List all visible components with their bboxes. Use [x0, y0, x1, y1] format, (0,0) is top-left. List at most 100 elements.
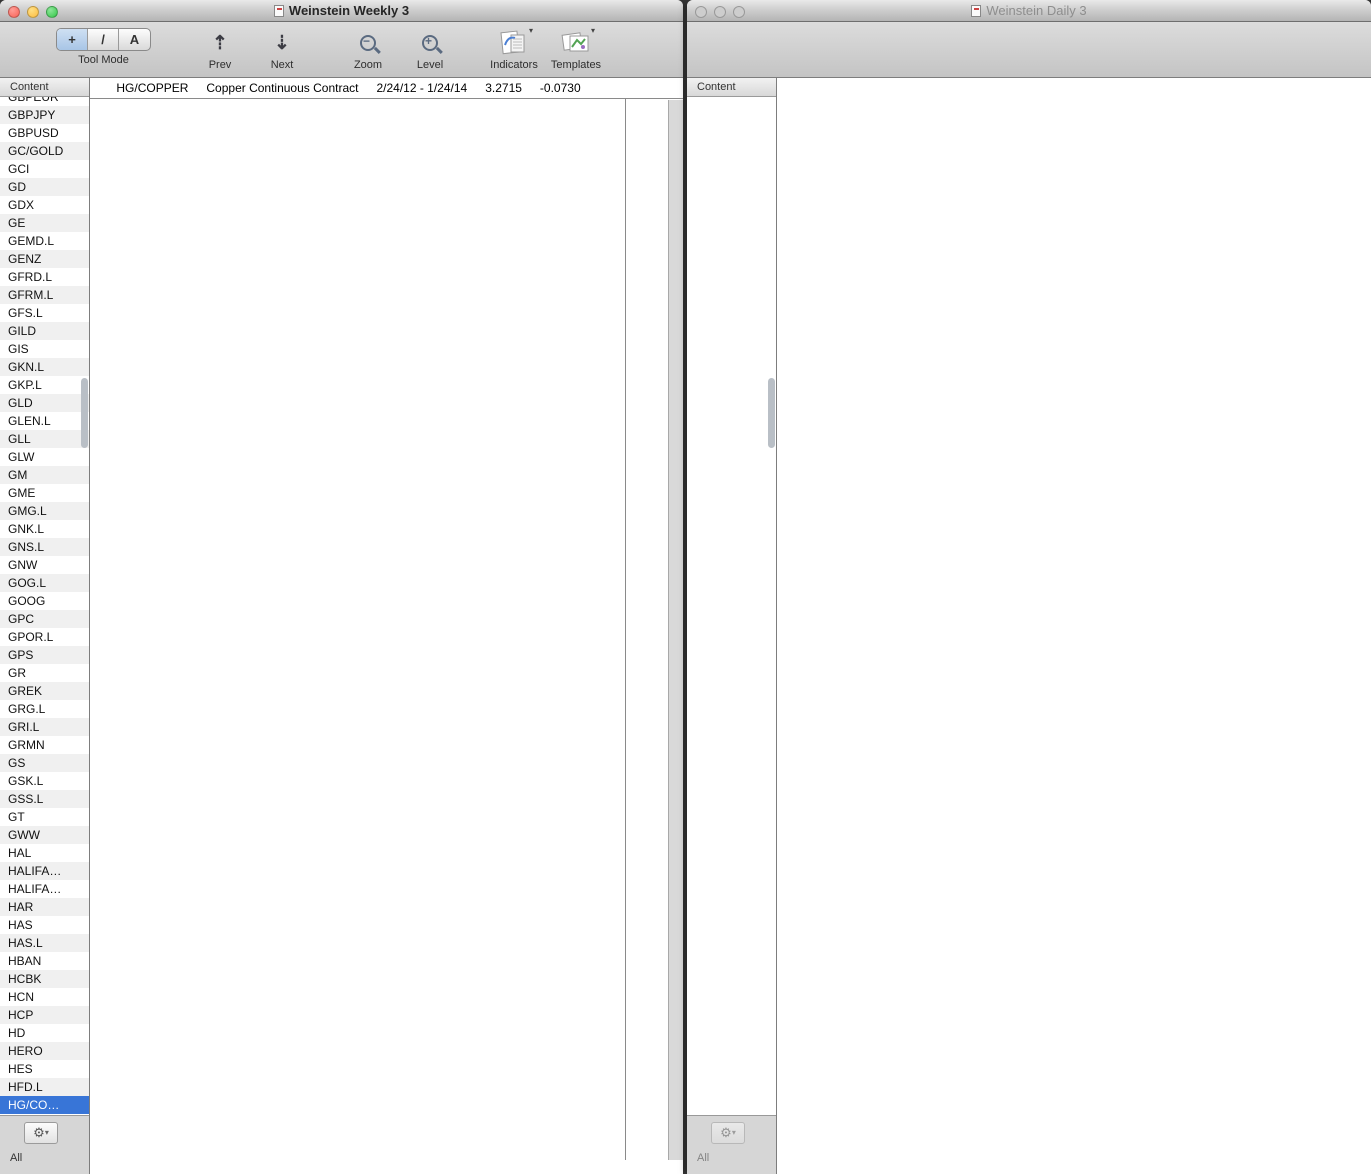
- templates-button[interactable]: ▾Templates: [545, 28, 607, 71]
- sidebar-item[interactable]: GFS.L: [0, 304, 89, 322]
- sidebar-item[interactable]: HD: [0, 1024, 89, 1042]
- tool-mode-segment-1[interactable]: /: [88, 29, 119, 50]
- sidebar-item[interactable]: GOOG: [0, 592, 89, 610]
- gear-menu-button[interactable]: ⚙▾: [711, 1122, 745, 1144]
- titlebar[interactable]: Weinstein Daily 3: [687, 0, 1371, 22]
- sidebar-item[interactable]: GWW: [0, 826, 89, 844]
- sidebar-item[interactable]: GSS.L: [0, 790, 89, 808]
- sidebar-item[interactable]: HBAN: [0, 952, 89, 970]
- sidebar-item[interactable]: HCP: [0, 1006, 89, 1024]
- sidebar-footer: ⚙▾ All: [0, 1115, 89, 1174]
- sidebar-item[interactable]: GE: [0, 214, 89, 232]
- sidebar-item[interactable]: GBPUSD: [0, 124, 89, 142]
- sidebar-item[interactable]: HCN: [0, 988, 89, 1006]
- content-sidebar: Content GBPEURGBPJPYGBPUSDGC/GOLDGCIGDGD…: [0, 78, 90, 1174]
- sidebar-item[interactable]: HFD.L: [0, 1078, 89, 1096]
- sidebar-item[interactable]: GNK.L: [0, 520, 89, 538]
- window-weinstein-weekly: Weinstein Weekly 3 +/ATool Mode⇡Prev⇣Nex…: [0, 0, 683, 1174]
- sidebar-item[interactable]: HAR: [0, 898, 89, 916]
- sidebar-item[interactable]: GC/GOLD: [0, 142, 89, 160]
- sidebar-item[interactable]: GME: [0, 484, 89, 502]
- sidebar-item[interactable]: GPC: [0, 610, 89, 628]
- prev-icon: ⇡: [189, 28, 251, 58]
- sidebar-item[interactable]: GLEN.L: [0, 412, 89, 430]
- sidebar-item[interactable]: GRG.L: [0, 700, 89, 718]
- sidebar-scope-label: All: [697, 1152, 709, 1164]
- sidebar-item[interactable]: GCI: [0, 160, 89, 178]
- sidebar-item[interactable]: GEMD.L: [0, 232, 89, 250]
- sidebar-item[interactable]: GLL: [0, 430, 89, 448]
- sidebar-item[interactable]: GD: [0, 178, 89, 196]
- gear-menu-button[interactable]: ⚙▾: [24, 1122, 58, 1144]
- symbol-list[interactable]: GBPEURGBPJPYGBPUSDGC/GOLDGCIGDGDXGEGEMD.…: [0, 97, 89, 1115]
- sidebar-item[interactable]: GRI.L: [0, 718, 89, 736]
- sidebar-item[interactable]: GLW: [0, 448, 89, 466]
- sidebar-item[interactable]: GS: [0, 754, 89, 772]
- chart-header: HG/COPPERCopper Continuous Contract2/24/…: [90, 78, 625, 100]
- window-title: Weinstein Weekly 3: [0, 3, 683, 18]
- next-button[interactable]: ⇣Next: [251, 28, 313, 71]
- sidebar-item[interactable]: GSK.L: [0, 772, 89, 790]
- sidebar-item[interactable]: GNS.L: [0, 538, 89, 556]
- chart-area: [777, 78, 1371, 1174]
- level-label: Level: [399, 59, 461, 71]
- sidebar-item[interactable]: GLD: [0, 394, 89, 412]
- toolbar-group: ▾Indicators▾Templates: [483, 28, 607, 71]
- prev-button[interactable]: ⇡Prev: [189, 28, 251, 71]
- sidebar-item[interactable]: GR: [0, 664, 89, 682]
- sidebar-item[interactable]: GMG.L: [0, 502, 89, 520]
- sidebar-footer: ⚙▾ All: [687, 1115, 776, 1174]
- window-title: Weinstein Daily 3: [687, 3, 1371, 18]
- titlebar[interactable]: Weinstein Weekly 3: [0, 0, 683, 22]
- sidebar-item[interactable]: HES: [0, 1060, 89, 1078]
- sidebar-item[interactable]: HG/CO…: [0, 1096, 89, 1114]
- sidebar-item[interactable]: GFRD.L: [0, 268, 89, 286]
- sidebar-item[interactable]: HCBK: [0, 970, 89, 988]
- chart-header-change: -0.0730: [540, 81, 581, 95]
- chart-header-price: 3.2715: [485, 81, 522, 95]
- level-button[interactable]: +Level: [399, 28, 461, 71]
- sidebar-item[interactable]: GBPEUR: [0, 97, 89, 106]
- sidebar-item[interactable]: GRMN: [0, 736, 89, 754]
- toolbar-group: ⇡Prev⇣Next: [189, 28, 313, 71]
- document-icon: [971, 5, 981, 17]
- prev-label: Prev: [189, 59, 251, 71]
- sidebar-item[interactable]: GENZ: [0, 250, 89, 268]
- sidebar-item[interactable]: GFRM.L: [0, 286, 89, 304]
- tool-mode-control: +/A Tool Mode: [56, 28, 151, 66]
- tool-mode-segment-0[interactable]: +: [57, 29, 88, 50]
- sidebar-item[interactable]: GT: [0, 808, 89, 826]
- sidebar-item[interactable]: HALIFA…: [0, 862, 89, 880]
- sidebar-item[interactable]: HAS.L: [0, 934, 89, 952]
- sidebar-item[interactable]: GKN.L: [0, 358, 89, 376]
- sidebar-item[interactable]: HALIFA…: [0, 880, 89, 898]
- indicators-button[interactable]: ▾Indicators: [483, 28, 545, 71]
- sidebar-item[interactable]: GM: [0, 466, 89, 484]
- toolbar-group: −Zoom+Level: [337, 28, 461, 71]
- tool-mode-label: Tool Mode: [56, 54, 151, 66]
- sidebar-item[interactable]: GILD: [0, 322, 89, 340]
- sidebar-item[interactable]: GDX: [0, 196, 89, 214]
- sidebar-item[interactable]: GOG.L: [0, 574, 89, 592]
- tool-mode-segment-2[interactable]: A: [119, 29, 150, 50]
- sidebar-item[interactable]: GPOR.L: [0, 628, 89, 646]
- sidebar-scope-label: All: [10, 1152, 22, 1164]
- sidebar-item[interactable]: GIS: [0, 340, 89, 358]
- sidebar-item[interactable]: GBPJPY: [0, 106, 89, 124]
- sidebar-item[interactable]: GPS: [0, 646, 89, 664]
- sidebar-item[interactable]: HAL: [0, 844, 89, 862]
- next-label: Next: [251, 59, 313, 71]
- level-icon: +: [399, 28, 461, 58]
- symbol-list[interactable]: [687, 97, 776, 1115]
- sidebar-item[interactable]: GKP.L: [0, 376, 89, 394]
- sidebar-item[interactable]: HAS: [0, 916, 89, 934]
- sidebar-item[interactable]: HERO: [0, 1042, 89, 1060]
- chart-header-range: 2/24/12 - 1/24/14: [376, 81, 467, 95]
- toolbar: [687, 22, 1371, 78]
- sidebar-scrollbar-thumb[interactable]: [81, 378, 88, 448]
- sidebar-item[interactable]: GNW: [0, 556, 89, 574]
- sidebar-item[interactable]: GREK: [0, 682, 89, 700]
- zoom-button[interactable]: −Zoom: [337, 28, 399, 71]
- sidebar-scrollbar-thumb[interactable]: [768, 378, 775, 448]
- zoom-label: Zoom: [337, 59, 399, 71]
